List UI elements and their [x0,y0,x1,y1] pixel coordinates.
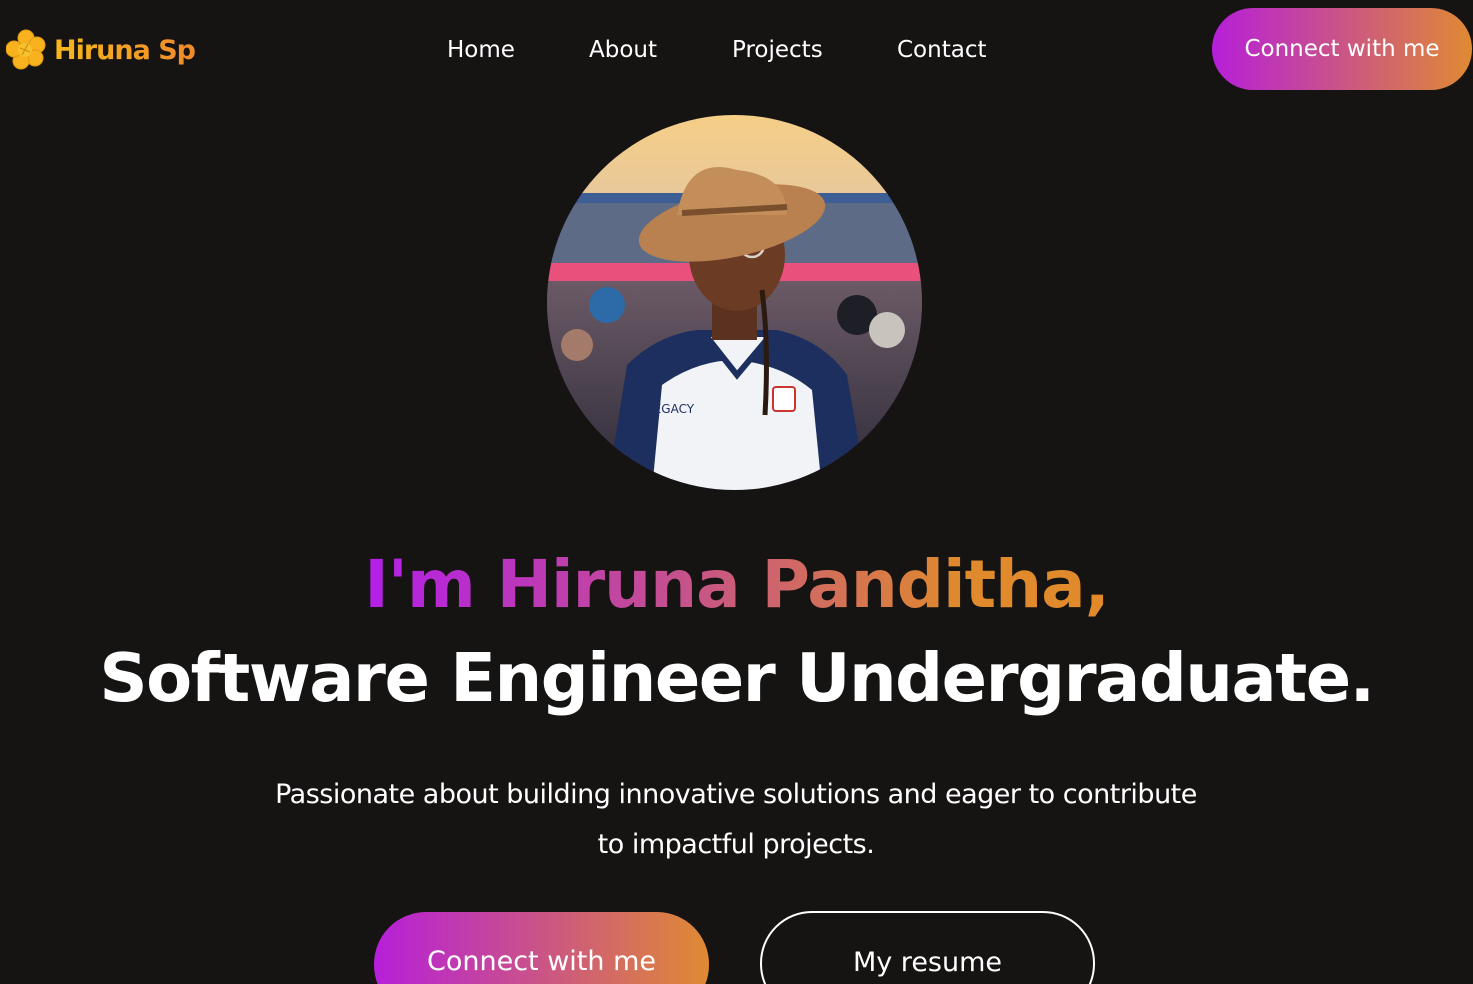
connect-button[interactable]: Connect with me [374,912,709,984]
svg-text:LEGACY: LEGACY [647,402,695,416]
nav-home[interactable]: Home [447,32,515,68]
resume-button[interactable]: My resume [760,911,1095,984]
nav-about[interactable]: About [589,32,657,68]
brand-name: Hiruna Sp [54,34,196,66]
nav-projects[interactable]: Projects [732,32,823,68]
nav-connect-button[interactable]: Connect with me [1212,8,1472,90]
hero-tagline: Passionate about building innovative sol… [236,770,1236,870]
role-title: Software Engineer Undergraduate. [99,639,1375,717]
hero-headline: I'm Hiruna Panditha, Software Engineer U… [0,540,1473,726]
portfolio-page: Hiruna Sp Home About Projects Contact Co… [0,0,1473,984]
tagline-line-2: to impactful projects. [597,829,875,860]
nav-contact[interactable]: Contact [897,32,986,68]
brand-logo[interactable]: Hiruna Sp [6,28,196,72]
flower-icon [6,28,46,72]
greeting: I'm Hiruna Panditha, [364,540,1110,630]
tagline-line-1: Passionate about building innovative sol… [275,779,1197,810]
profile-photo: LEGACY [547,115,922,490]
